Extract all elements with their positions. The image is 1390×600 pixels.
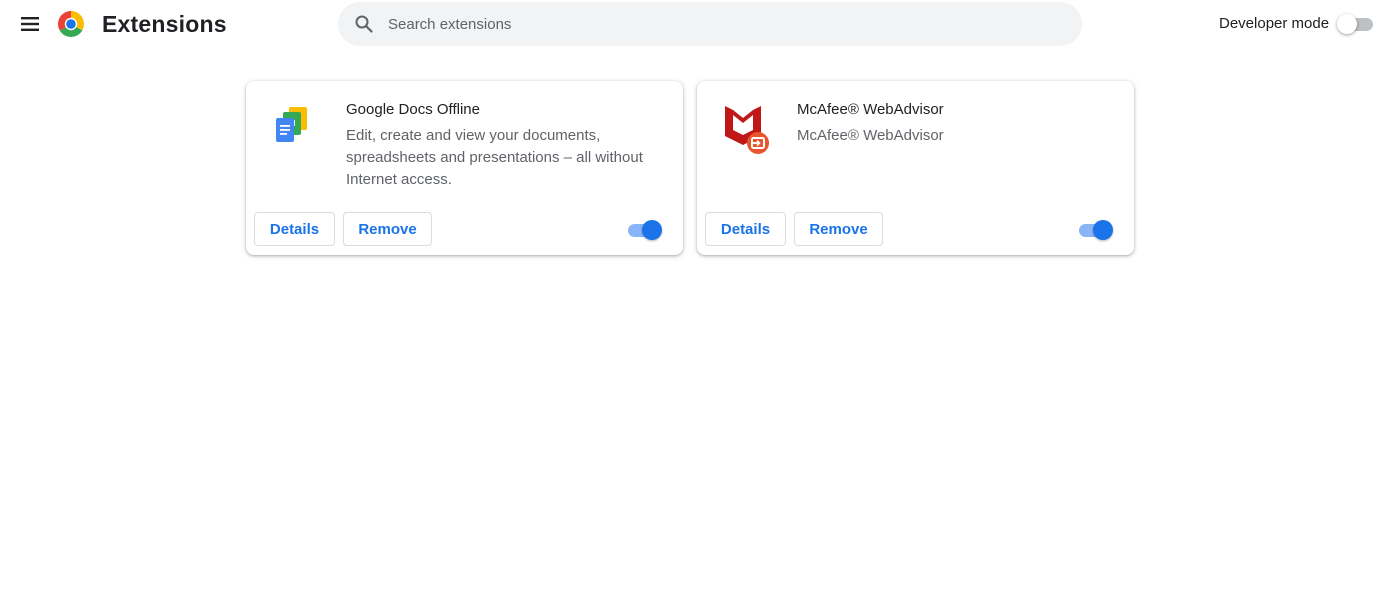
toggle-knob: [642, 220, 662, 240]
google-docs-offline-icon: [270, 103, 318, 151]
extension-enable-toggle[interactable]: [626, 219, 664, 241]
details-button[interactable]: Details: [705, 212, 786, 246]
extension-name: Google Docs Offline: [346, 101, 480, 118]
toggle-knob: [1337, 14, 1357, 34]
extension-enable-toggle[interactable]: [1077, 219, 1115, 241]
remove-button[interactable]: Remove: [794, 212, 883, 246]
extension-description: McAfee® WebAdvisor: [797, 127, 944, 144]
developer-mode-label: Developer mode: [1219, 15, 1330, 32]
search-bar[interactable]: [338, 2, 1082, 46]
remove-button[interactable]: Remove: [343, 212, 432, 246]
search-icon[interactable]: [354, 14, 374, 34]
extension-description: Edit, create and view your documents, sp…: [346, 127, 643, 188]
chrome-logo-icon: [57, 11, 85, 38]
page-title: Extensions: [102, 11, 227, 37]
search-input[interactable]: [388, 2, 1058, 46]
extension-card-mcafee-webadvisor: McAfee® WebAdvisor McAfee® WebAdvisor De…: [697, 81, 1134, 255]
toolbar: Extensions Developer mode: [0, 0, 1390, 48]
extension-card-google-docs-offline: Google Docs Offline Edit, create and vie…: [246, 81, 683, 255]
hamburger-menu-icon[interactable]: [20, 14, 40, 34]
toggle-knob: [1093, 220, 1113, 240]
mcafee-webadvisor-icon: [721, 103, 769, 154]
details-button[interactable]: Details: [254, 212, 335, 246]
developer-mode-toggle[interactable]: [1337, 13, 1375, 35]
extension-name: McAfee® WebAdvisor: [797, 101, 944, 118]
